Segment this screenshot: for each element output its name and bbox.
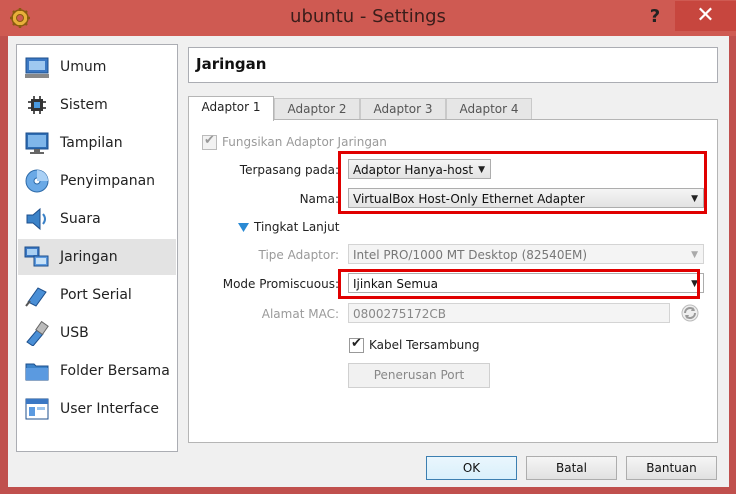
- tab-adaptor-4[interactable]: Adaptor 4: [446, 98, 532, 120]
- sidebar-item-label: User Interface: [60, 401, 160, 417]
- sidebar-item-user-interface[interactable]: User Interface: [18, 391, 176, 427]
- attached-to-label: Terpasang pada:: [239, 163, 339, 177]
- enable-adapter-label: Fungsikan Adaptor Jaringan: [222, 135, 387, 149]
- adapter-name-select[interactable]: VirtualBox Host-Only Ethernet Adapter ▼: [348, 188, 704, 208]
- display-monitor-icon: [25, 132, 49, 154]
- title-bar: ubuntu - Settings ? ✕: [0, 0, 736, 36]
- refresh-mac-icon[interactable]: [681, 304, 699, 322]
- ok-button[interactable]: OK: [426, 456, 517, 480]
- cable-connected-label: Kabel Tersambung: [369, 338, 480, 352]
- sidebar-item-label: Penyimpanan: [60, 173, 156, 189]
- chevron-down-icon: ▼: [478, 165, 485, 175]
- general-icon: [25, 57, 49, 78]
- user-interface-icon: [25, 398, 49, 420]
- help-button[interactable]: ?: [640, 4, 670, 30]
- enable-adapter-checkbox[interactable]: ✔: [202, 133, 217, 150]
- chevron-down-icon: ▼: [691, 194, 698, 204]
- close-button[interactable]: ✕: [675, 1, 736, 31]
- mac-address-field[interactable]: 0800275172CB: [348, 303, 670, 323]
- chevron-down-icon: ▼: [691, 250, 698, 260]
- tab-adaptor-2[interactable]: Adaptor 2: [274, 98, 360, 120]
- sidebar-item-folder-bersama[interactable]: Folder Bersama: [18, 353, 176, 389]
- window-title: ubuntu - Settings: [290, 6, 446, 27]
- attached-to-select[interactable]: Adaptor Hanya-host ▼: [348, 159, 491, 179]
- advanced-toggle[interactable]: Tingkat Lanjut: [254, 220, 339, 234]
- sidebar-item-label: Sistem: [60, 97, 108, 113]
- sidebar-item-port-serial[interactable]: Port Serial: [18, 277, 176, 313]
- help-dialog-button[interactable]: Bantuan: [626, 456, 717, 480]
- usb-icon: [26, 320, 49, 346]
- page-title: Jaringan: [196, 55, 267, 73]
- sidebar-item-label: Umum: [60, 59, 107, 75]
- folder-icon: [25, 363, 49, 381]
- promiscuous-mode-label: Mode Promiscuous:: [222, 277, 339, 291]
- sidebar-item-label: Tampilan: [60, 135, 123, 151]
- sidebar-item-tampilan[interactable]: Tampilan: [18, 125, 176, 161]
- speaker-icon: [26, 207, 46, 231]
- mac-address-label: Alamat MAC:: [261, 307, 339, 321]
- sidebar-item-sistem[interactable]: Sistem: [18, 87, 176, 123]
- expand-triangle-icon[interactable]: [238, 223, 249, 232]
- adapter-panel: ✔ Fungsikan Adaptor Jaringan Terpasang p…: [188, 119, 718, 443]
- chevron-down-icon: ▼: [691, 279, 698, 289]
- sidebar-item-label: Jaringan: [60, 249, 118, 265]
- dialog-body: Umum Sistem Tampilan Penyimpanan Suara J…: [8, 36, 729, 487]
- attached-to-value: Adaptor Hanya-host: [353, 163, 474, 177]
- sidebar-item-usb[interactable]: USB: [18, 315, 176, 351]
- page-header: Jaringan: [188, 47, 718, 83]
- cable-connected-checkbox[interactable]: ✔: [349, 336, 364, 353]
- network-icon: [24, 246, 49, 267]
- sidebar-item-label: USB: [60, 325, 89, 341]
- sidebar-item-suara[interactable]: Suara: [18, 201, 176, 237]
- serial-port-icon: [25, 287, 47, 307]
- tab-adaptor-1[interactable]: Adaptor 1: [188, 96, 274, 121]
- promiscuous-mode-select[interactable]: Ijinkan Semua ▼: [348, 273, 704, 293]
- settings-sidebar: Umum Sistem Tampilan Penyimpanan Suara J…: [16, 44, 178, 452]
- sidebar-item-penyimpanan[interactable]: Penyimpanan: [18, 163, 176, 199]
- cancel-button[interactable]: Batal: [526, 456, 617, 480]
- sidebar-item-label: Folder Bersama: [60, 363, 170, 379]
- tab-adaptor-3[interactable]: Adaptor 3: [360, 98, 446, 120]
- adapter-name-value: VirtualBox Host-Only Ethernet Adapter: [353, 192, 585, 206]
- sidebar-item-label: Port Serial: [60, 287, 132, 303]
- system-chip-icon: [28, 96, 46, 114]
- name-label: Nama:: [299, 192, 339, 206]
- port-forwarding-button[interactable]: Penerusan Port: [348, 363, 490, 388]
- adapter-type-value: Intel PRO/1000 MT Desktop (82540EM): [353, 248, 588, 262]
- adapter-type-label: Tipe Adaptor:: [258, 248, 339, 262]
- promiscuous-mode-value: Ijinkan Semua: [353, 277, 438, 291]
- sidebar-item-label: Suara: [60, 211, 101, 227]
- adapter-type-select[interactable]: Intel PRO/1000 MT Desktop (82540EM) ▼: [348, 244, 704, 264]
- sidebar-item-umum[interactable]: Umum: [18, 49, 176, 85]
- sidebar-item-jaringan[interactable]: Jaringan: [18, 239, 176, 275]
- storage-disk-icon: [25, 169, 49, 193]
